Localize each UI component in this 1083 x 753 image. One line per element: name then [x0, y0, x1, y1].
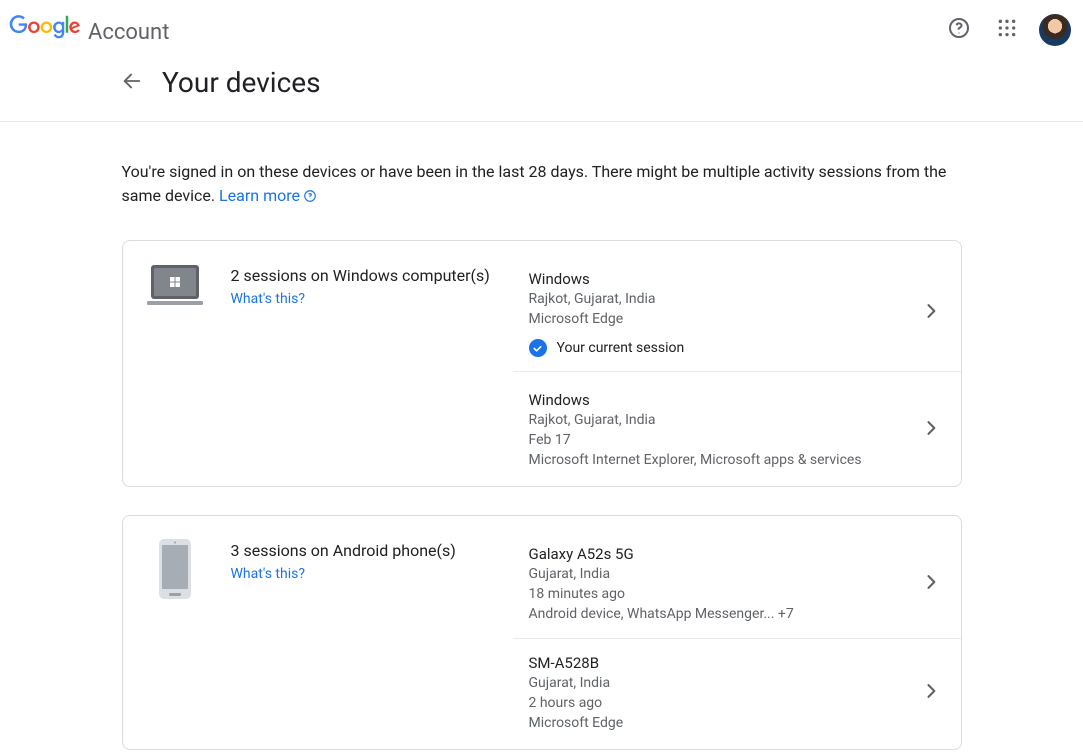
help-inline-icon	[303, 189, 317, 203]
intro-text: You're signed in on these devices or hav…	[122, 160, 962, 208]
session-device-name: Windows	[529, 269, 911, 289]
product-name: Account	[88, 20, 169, 45]
device-group-title: 3 sessions on Android phone(s)	[231, 540, 513, 562]
session-location: Rajkot, Gujarat, India	[529, 289, 911, 309]
phone-icon	[147, 538, 203, 739]
session-apps: Android device, WhatsApp Messenger... +7	[529, 604, 911, 624]
header-actions	[939, 10, 1071, 50]
help-icon	[947, 16, 971, 44]
session-location: Gujarat, India	[529, 673, 911, 693]
page-title-row: Your devices	[0, 60, 1083, 121]
session-device-name: Windows	[529, 390, 911, 410]
session-row[interactable]: Windows Rajkot, Gujarat, India Feb 17 Mi…	[513, 372, 961, 476]
google-logo-icon	[8, 15, 82, 39]
chevron-right-icon	[911, 301, 941, 325]
session-row[interactable]: SM-A528B Gujarat, India 2 hours ago Micr…	[513, 639, 961, 739]
page-title: Your devices	[162, 66, 321, 99]
learn-more-label: Learn more	[219, 186, 300, 205]
help-button[interactable]	[939, 10, 979, 50]
current-session-badge: Your current session	[529, 339, 911, 357]
session-location: Rajkot, Gujarat, India	[529, 410, 911, 430]
arrow-left-icon	[121, 70, 143, 96]
session-list: Galaxy A52s 5G Gujarat, India 18 minutes…	[513, 538, 961, 739]
logo-lockup[interactable]: Account	[8, 15, 169, 45]
session-location: Gujarat, India	[529, 564, 911, 584]
session-time: 2 hours ago	[529, 693, 911, 713]
session-row[interactable]: Galaxy A52s 5G Gujarat, India 18 minutes…	[513, 538, 961, 639]
whats-this-link[interactable]: What's this?	[231, 291, 305, 307]
device-group-card: 2 sessions on Windows computer(s) What's…	[122, 240, 962, 487]
chevron-right-icon	[911, 681, 941, 705]
account-avatar[interactable]	[1039, 14, 1071, 46]
session-time: Feb 17	[529, 430, 911, 450]
session-device-name: SM-A528B	[529, 653, 911, 673]
apps-button[interactable]	[987, 10, 1027, 50]
back-button[interactable]	[120, 71, 144, 95]
chevron-right-icon	[911, 418, 941, 442]
session-list: Windows Rajkot, Gujarat, India Microsoft…	[513, 263, 961, 476]
current-session-label: Your current session	[557, 340, 685, 356]
whats-this-link[interactable]: What's this?	[231, 566, 305, 582]
apps-grid-icon	[997, 18, 1017, 42]
session-time: 18 minutes ago	[529, 584, 911, 604]
device-group-title: 2 sessions on Windows computer(s)	[231, 265, 513, 287]
session-apps: Microsoft Internet Explorer, Microsoft a…	[529, 450, 911, 470]
device-group-card: 3 sessions on Android phone(s) What's th…	[122, 515, 962, 750]
session-row[interactable]: Windows Rajkot, Gujarat, India Microsoft…	[513, 263, 961, 372]
chevron-right-icon	[911, 572, 941, 596]
device-group-header: 2 sessions on Windows computer(s) What's…	[123, 263, 513, 476]
session-apps: Microsoft Edge	[529, 713, 911, 733]
learn-more-link[interactable]: Learn more	[219, 186, 317, 205]
check-circle-icon	[529, 339, 547, 357]
device-group-header: 3 sessions on Android phone(s) What's th…	[123, 538, 513, 739]
session-device-name: Galaxy A52s 5G	[529, 544, 911, 564]
laptop-icon	[147, 263, 203, 476]
content: You're signed in on these devices or hav…	[0, 122, 1083, 753]
app-header: Account	[0, 0, 1083, 60]
session-apps: Microsoft Edge	[529, 309, 911, 329]
